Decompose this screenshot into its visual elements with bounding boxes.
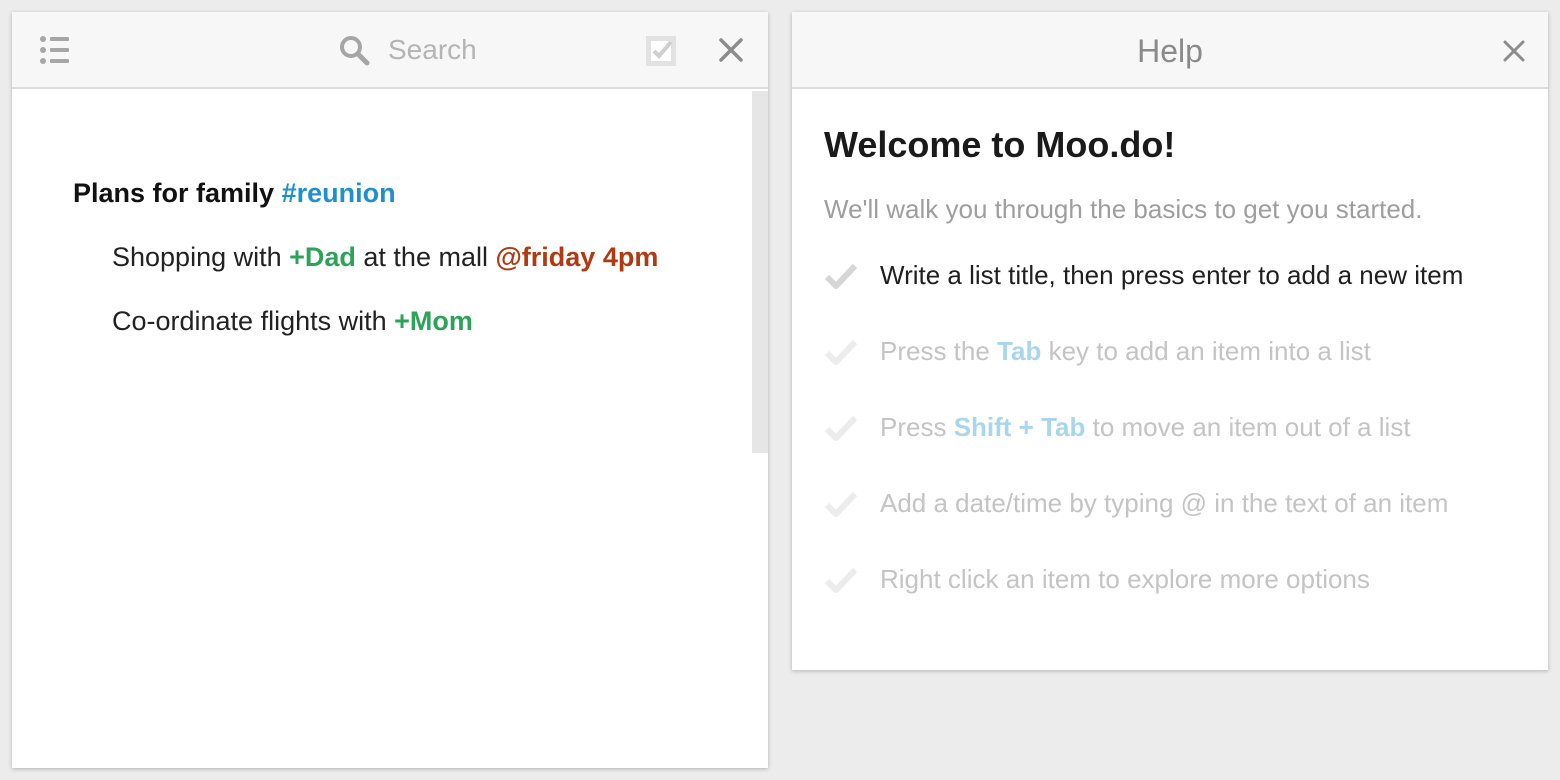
list-icon[interactable] xyxy=(39,34,71,66)
step-text: Write a list title, then press enter to … xyxy=(880,260,1464,290)
step-text: Right click an item to explore more opti… xyxy=(880,564,1370,594)
item-text: Co-ordinate flights with xyxy=(112,306,395,336)
list-title[interactable]: Plans for family #reunion xyxy=(73,175,396,211)
checkmark-icon xyxy=(824,263,858,289)
person-tag-mom[interactable]: +Mom xyxy=(394,306,473,336)
checkmark-icon xyxy=(824,339,858,365)
checkmark-icon xyxy=(824,415,858,441)
key-shift-tab: Shift + Tab xyxy=(953,412,1086,442)
welcome-heading: Welcome to Moo.do! xyxy=(824,124,1176,165)
step-text-before: Press xyxy=(880,412,954,442)
item-text: Shopping with xyxy=(112,242,290,272)
help-panel: Help Welcome to Moo.do! We'll walk you t… xyxy=(792,12,1548,670)
step-text: Add a date/time by typing @ in the text … xyxy=(880,488,1449,518)
welcome-subtitle: We'll walk you through the basics to get… xyxy=(824,194,1423,224)
step-text: Press Shift + Tab to move an item out of… xyxy=(880,410,1411,444)
checkmark-icon xyxy=(824,491,858,517)
scrollbar[interactable] xyxy=(752,91,768,453)
help-title: Help xyxy=(1137,33,1203,69)
step-text-before: Press the xyxy=(880,336,998,366)
close-icon[interactable] xyxy=(1501,38,1527,64)
step-text-after: to move an item out of a list xyxy=(1085,412,1411,442)
list-panel: Plans for family #reunion Shopping with … xyxy=(12,12,768,768)
check-box-icon[interactable] xyxy=(644,34,678,68)
step-text: Press the Tab key to add an item into a … xyxy=(880,334,1371,368)
search-input[interactable] xyxy=(388,30,628,70)
date-tag[interactable]: @friday 4pm xyxy=(495,242,658,272)
list-item[interactable]: Shopping with +Dad at the mall @friday 4… xyxy=(112,239,658,275)
hashtag-reunion[interactable]: #reunion xyxy=(282,178,396,208)
search-icon xyxy=(340,36,370,66)
list-title-text: Plans for family xyxy=(73,178,282,208)
person-tag-dad[interactable]: +Dad xyxy=(289,242,356,272)
item-text: at the mall xyxy=(355,242,496,272)
list-item[interactable]: Co-ordinate flights with +Mom xyxy=(112,303,473,339)
help-panel-header: Help xyxy=(792,12,1548,89)
step-text-after: key to add an item into a list xyxy=(1041,336,1371,366)
close-icon[interactable] xyxy=(718,37,744,63)
key-tab: Tab xyxy=(997,336,1042,366)
checkmark-icon xyxy=(824,567,858,593)
list-panel-header xyxy=(12,12,768,89)
